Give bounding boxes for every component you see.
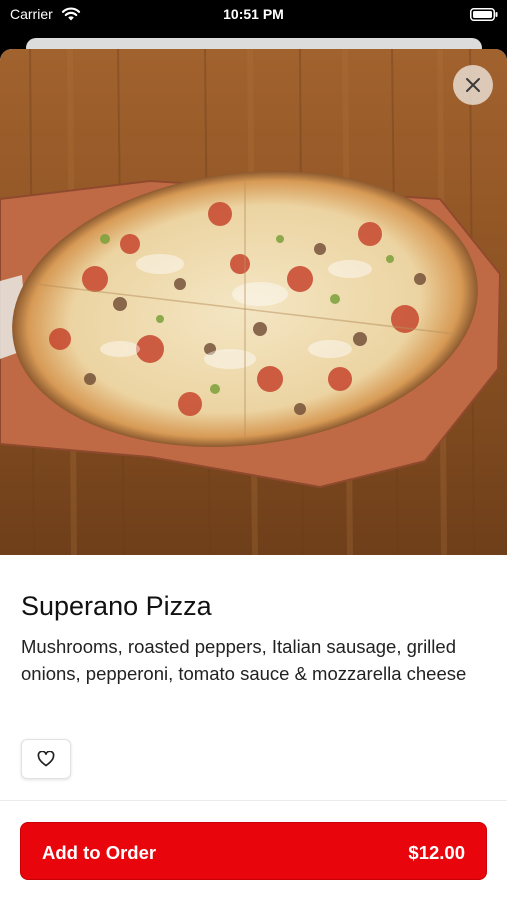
- price-label: $12.00: [408, 842, 465, 863]
- product-description: Mushrooms, roasted peppers, Italian saus…: [21, 636, 467, 684]
- product-title: Superano Pizza: [21, 591, 212, 621]
- divider: [0, 800, 507, 801]
- close-icon: [466, 78, 480, 92]
- product-detail-sheet: Superano Pizza Mushrooms, roasted pepper…: [0, 49, 507, 900]
- product-image: [0, 49, 507, 555]
- close-button[interactable]: [453, 65, 493, 105]
- favorite-button[interactable]: [21, 739, 71, 779]
- status-bar: Carrier 10:51 PM: [0, 0, 507, 32]
- heart-icon: [37, 751, 55, 767]
- battery-icon: [470, 8, 498, 21]
- add-to-order-label: Add to Order: [42, 842, 157, 863]
- clock-time: 10:51 PM: [223, 6, 284, 22]
- add-to-order-button[interactable]: Add to Order $12.00: [20, 822, 487, 880]
